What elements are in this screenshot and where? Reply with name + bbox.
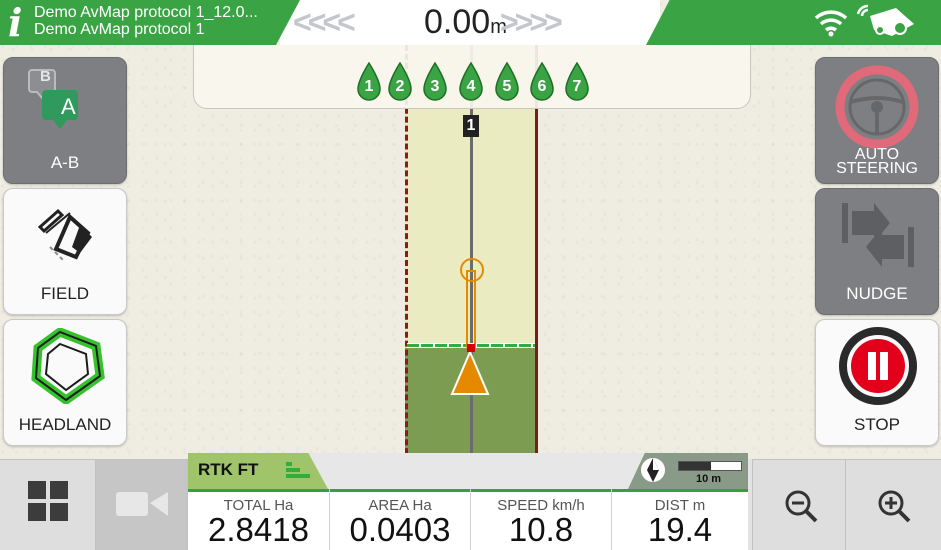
speed-readout[interactable]: SPEED km/h 10.8: [471, 489, 612, 550]
zoom-in-icon: [878, 490, 911, 523]
offset-right-chevrons: >>>>: [500, 4, 563, 40]
signal-strength-icon: [286, 462, 310, 478]
grid-menu-icon: [28, 481, 68, 521]
ab-line-label: A-B: [50, 153, 80, 172]
nudge-button[interactable]: NUDGE: [815, 188, 939, 315]
nudge-arrows-icon: [842, 203, 914, 267]
point-b-label: B: [40, 68, 51, 85]
section-number: 1: [364, 78, 374, 95]
compass-icon: [641, 458, 665, 482]
protocol-subname: Demo AvMap protocol 1: [34, 21, 205, 38]
stop-button[interactable]: STOP: [815, 319, 939, 446]
auto-steering-label: AUTO STEERING: [816, 147, 938, 177]
section-number: 5: [502, 78, 512, 95]
look-ahead-target: [460, 258, 484, 282]
protocol-name: Demo AvMap protocol 1_12.0...: [34, 4, 258, 21]
scale-bar: [678, 461, 742, 471]
readout-value: 2.8418: [208, 511, 309, 548]
section-number: 4: [466, 78, 476, 95]
section-5-icon[interactable]: 5: [494, 62, 520, 102]
stop-label: STOP: [854, 415, 900, 434]
menu-button[interactable]: [0, 459, 96, 550]
auto-steering-button[interactable]: AUTO STEERING: [815, 57, 939, 184]
readout-value: 0.0403: [349, 511, 451, 548]
pause-icon: [839, 327, 917, 405]
section-1-icon[interactable]: 1: [356, 62, 382, 102]
auto-steering-label-line2: STEERING: [836, 160, 918, 177]
tractor-position-icon: [450, 350, 490, 395]
section-3-icon[interactable]: 3: [422, 62, 448, 102]
section-4-icon[interactable]: 4: [458, 62, 484, 102]
field-label: FIELD: [40, 284, 90, 303]
field-button[interactable]: FIELD: [3, 188, 127, 315]
readout-value: 10.8: [508, 511, 574, 548]
nudge-label: NUDGE: [846, 284, 908, 303]
look-ahead-arm: [466, 270, 476, 350]
gps-antenna-dot: [467, 344, 475, 352]
headland-label: HEADLAND: [18, 415, 112, 434]
headland-polygon-icon: [31, 328, 105, 404]
top-bar: i Demo AvMap protocol 1_12.0... Demo AvM…: [0, 0, 941, 45]
section-6-icon[interactable]: 6: [529, 62, 555, 102]
total-ha-readout[interactable]: TOTAL Ha 2.8418: [188, 489, 330, 550]
guidance-line-number-top: 1: [463, 115, 479, 137]
wifi-icon: [814, 10, 848, 37]
zoom-out-icon: [785, 490, 818, 523]
tractor-icon: [856, 4, 914, 36]
steering-wheel-icon: [835, 65, 919, 149]
point-a-label: A: [61, 94, 76, 119]
zoom-in-button[interactable]: [846, 459, 941, 550]
distance-readout[interactable]: DIST m 19.4: [612, 489, 748, 550]
zoom-out-button[interactable]: [752, 459, 846, 550]
field-edit-icon: [37, 208, 92, 262]
offset-left-chevrons: <<<<: [293, 4, 356, 40]
video-camera-icon: [116, 492, 168, 516]
cross-track-offset: 0.00m: [424, 4, 507, 45]
section-number: 7: [572, 78, 582, 95]
scale-label: 10 m: [696, 473, 722, 485]
readout-value: 19.4: [647, 511, 713, 548]
swath-left-boundary: [405, 45, 408, 490]
swath-right-boundary: [535, 45, 538, 490]
offset-value: 0.00: [424, 3, 491, 41]
section-number: 2: [395, 78, 405, 95]
info-icon[interactable]: i: [8, 3, 28, 43]
ab-line-button[interactable]: B A A-B: [3, 57, 127, 184]
section-2-icon[interactable]: 2: [387, 62, 413, 102]
area-ha-readout[interactable]: AREA Ha 0.0403: [330, 489, 471, 550]
section-number: 3: [430, 78, 440, 95]
section-number: 6: [537, 78, 547, 95]
section-7-icon[interactable]: 7: [564, 62, 590, 102]
camera-button[interactable]: [96, 459, 188, 550]
rtk-status: RTK FT: [198, 460, 259, 479]
headland-button[interactable]: HEADLAND: [3, 319, 127, 446]
